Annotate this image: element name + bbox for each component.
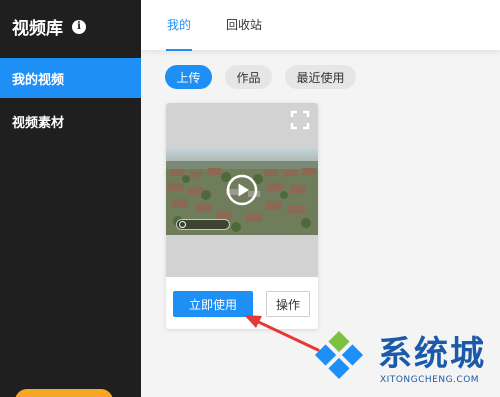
sidebar-item-label: 我的视频 <box>12 72 65 88</box>
sidebar-title: 视频库 i <box>12 14 86 39</box>
play-icon[interactable] <box>226 174 258 206</box>
sidebar-title-text: 视频库 <box>12 19 63 39</box>
sidebar: 视频库 i 我的视频 视频素材 <box>0 0 141 397</box>
sidebar-item-video-materials[interactable]: 视频素材 <box>0 101 141 141</box>
watermark-logo-icon <box>314 330 364 380</box>
video-thumbnail[interactable] <box>166 147 318 235</box>
filter-upload[interactable]: 上传 <box>165 65 212 89</box>
info-icon[interactable]: i <box>72 19 86 34</box>
filter-recent[interactable]: 最近使用 <box>285 65 356 89</box>
filter-works[interactable]: 作品 <box>225 65 272 89</box>
sidebar-item-my-videos[interactable]: 我的视频 <box>0 58 141 98</box>
scrubber-handle[interactable] <box>179 221 186 228</box>
operate-button[interactable]: 操作 <box>266 291 310 317</box>
watermark: 系统城 XITONGCHENG.COM <box>308 320 498 394</box>
fullscreen-icon[interactable] <box>290 110 310 130</box>
video-scrubber[interactable] <box>176 219 230 230</box>
sidebar-item-label: 视频素材 <box>12 115 65 131</box>
video-preview[interactable] <box>166 103 318 277</box>
watermark-url: XITONGCHENG.COM <box>380 375 480 385</box>
tab-mine[interactable]: 我的 <box>165 16 193 51</box>
use-now-button[interactable]: 立即使用 <box>173 291 253 317</box>
video-card: 立即使用 操作 <box>166 103 318 329</box>
sidebar-bottom-button[interactable] <box>15 389 113 397</box>
tab-bar: 我的 回收站 <box>141 0 500 51</box>
watermark-text: 系统城 <box>378 334 486 374</box>
tab-recycle-bin[interactable]: 回收站 <box>226 16 262 33</box>
